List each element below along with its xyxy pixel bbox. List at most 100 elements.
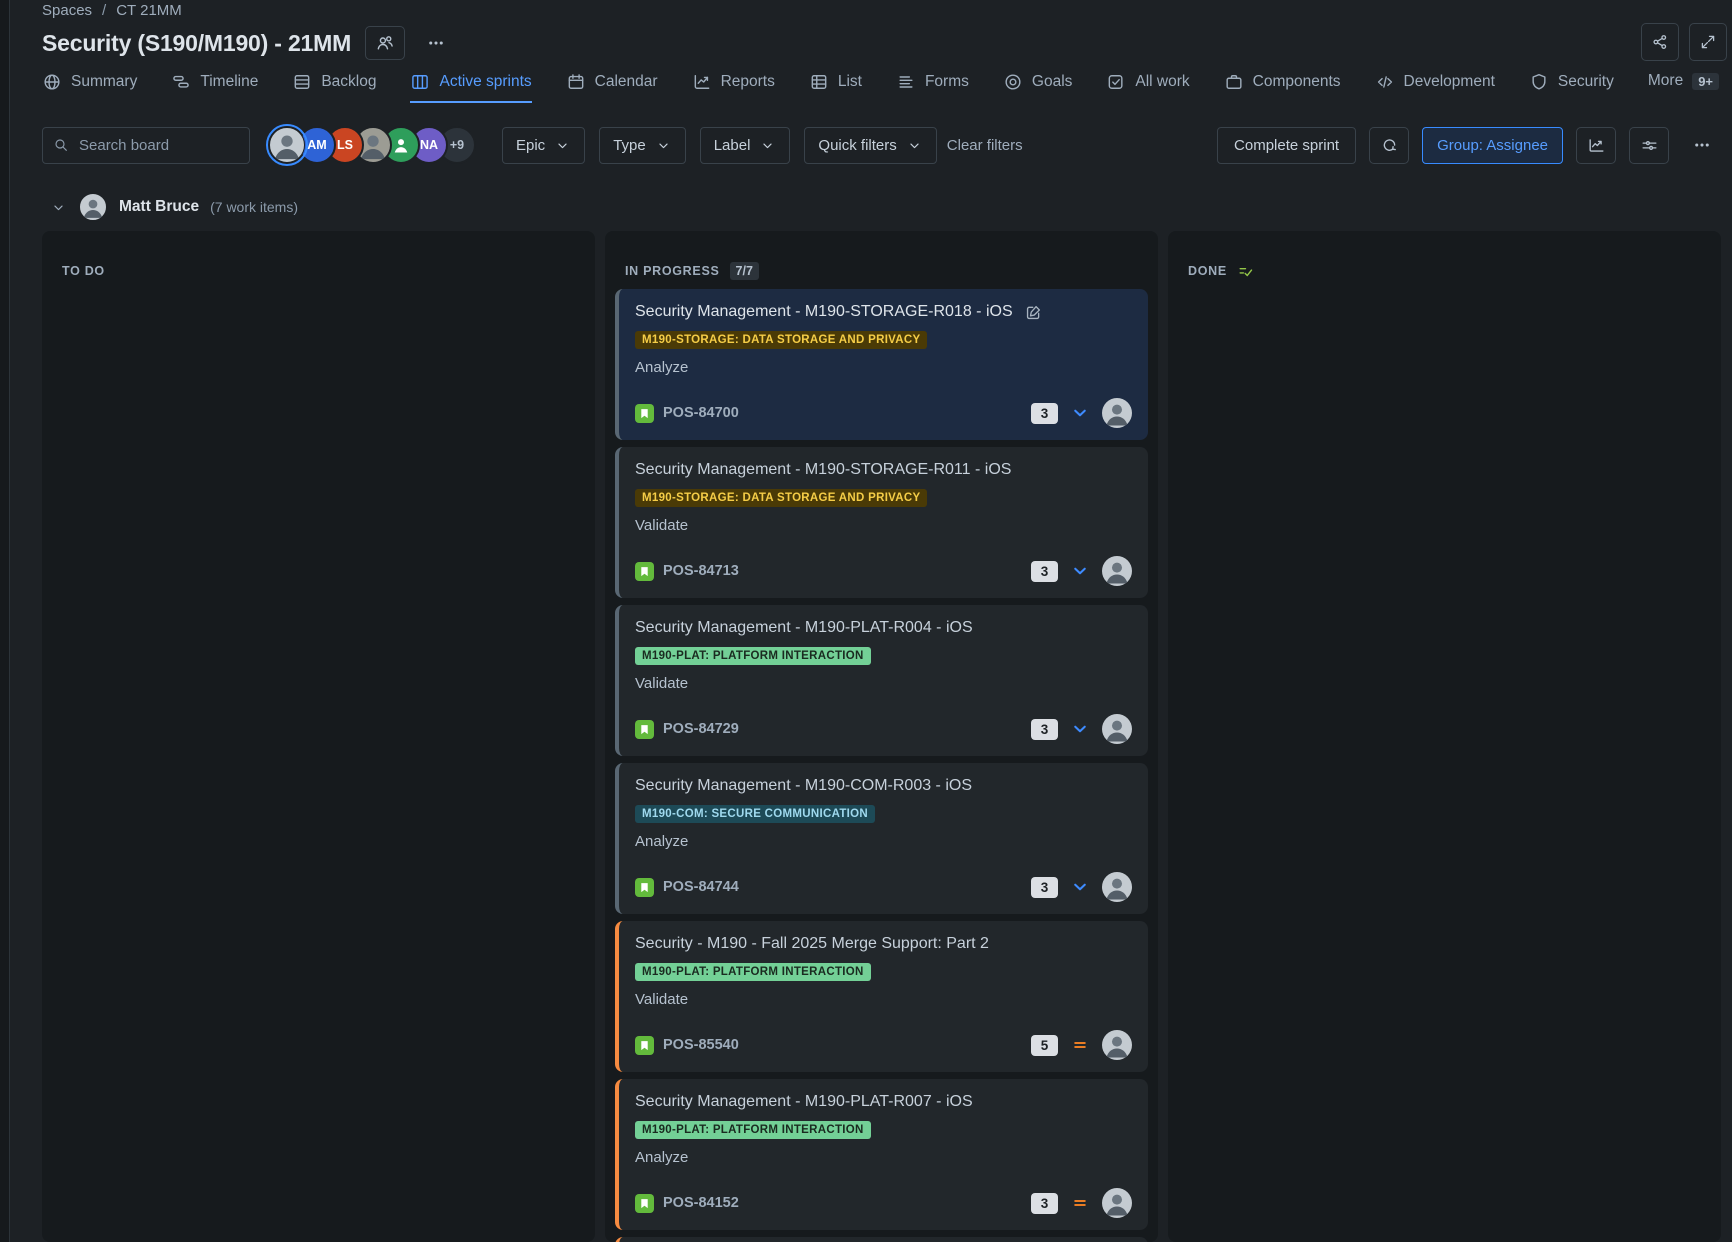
work-item-card[interactable]: Security Management - M190-STORAGE-R011 … [615, 447, 1148, 598]
tab-components[interactable]: Components [1224, 72, 1341, 103]
assignee-avatar[interactable] [1102, 872, 1132, 902]
selected-avatar-ring[interactable] [266, 124, 308, 166]
card-status: Validate [635, 675, 1132, 692]
tab-active-sprints[interactable]: Active sprints [410, 72, 531, 103]
assignee-avatar-stack: AMLSNA+9 [266, 124, 476, 166]
filter-epic-dropdown[interactable]: Epic [502, 127, 585, 164]
work-item-card[interactable]: Security Management - M190-STORAGE-R018 … [615, 289, 1148, 440]
chart-icon [1587, 136, 1606, 155]
assignee-avatar[interactable] [1102, 714, 1132, 744]
tab-label: Calendar [595, 73, 658, 91]
tab-development[interactable]: Development [1375, 72, 1495, 103]
tab-more[interactable]: More9+ [1648, 72, 1719, 101]
filter-label: Type [613, 137, 646, 154]
work-item-card[interactable] [615, 1237, 1148, 1242]
card-status: Validate [635, 991, 1132, 1008]
tab-timeline[interactable]: Timeline [171, 72, 258, 103]
card-title: Security Management - M190-PLAT-R007 - i… [635, 1092, 973, 1112]
work-item-card[interactable]: Security Management - M190-PLAT-R007 - i… [615, 1079, 1148, 1230]
estimate-badge: 5 [1031, 1035, 1058, 1056]
feedback-loop-button[interactable] [1369, 127, 1409, 164]
breadcrumb: Spaces / CT 21MM [42, 2, 182, 19]
tab-label: Forms [925, 73, 969, 91]
ellipsis-icon [1693, 136, 1711, 154]
epic-badge[interactable]: M190-PLAT: PLATFORM INTERACTION [635, 1121, 871, 1139]
story-type-icon [635, 878, 654, 897]
issue-key[interactable]: POS-84152 [663, 1195, 739, 1211]
priority-medium-icon [1070, 1035, 1090, 1055]
breadcrumb-project[interactable]: CT 21MM [116, 2, 182, 19]
issue-key[interactable]: POS-85540 [663, 1037, 739, 1053]
work-item-card[interactable]: Security Management - M190-COM-R003 - iO… [615, 763, 1148, 914]
card-footer: POS-84744 3 [635, 872, 1132, 902]
column-header: TO DO [42, 231, 595, 289]
ellipsis-icon [427, 34, 445, 52]
insights-button[interactable] [1576, 127, 1616, 164]
estimate-badge: 3 [1031, 877, 1058, 898]
chevron-down-icon[interactable] [50, 199, 67, 216]
clear-filters-button[interactable]: Clear filters [937, 127, 1033, 164]
tab-label: Backlog [321, 73, 376, 91]
reports-icon [692, 72, 712, 92]
toolbar-right-actions: Complete sprint Group: Assignee [1217, 127, 1722, 164]
assignee-avatar[interactable] [1102, 1030, 1132, 1060]
group-name: Matt Bruce [119, 198, 199, 216]
filter-label-dropdown[interactable]: Label [700, 127, 791, 164]
issue-key[interactable]: POS-84713 [663, 563, 739, 579]
tab-label: Components [1253, 73, 1341, 91]
filter-quick-filters-dropdown[interactable]: Quick filters [804, 127, 936, 164]
epic-badge[interactable]: M190-PLAT: PLATFORM INTERACTION [635, 963, 871, 981]
edit-icon[interactable] [1024, 303, 1043, 322]
toolbar-avatar[interactable] [269, 127, 305, 163]
tab-calendar[interactable]: Calendar [566, 72, 658, 103]
fullscreen-button[interactable] [1689, 23, 1727, 61]
view-settings-button[interactable] [1629, 127, 1669, 164]
assignee-group-header[interactable]: Matt Bruce (7 work items) [50, 192, 298, 222]
backlog-icon [292, 72, 312, 92]
card-status: Analyze [635, 359, 1132, 376]
people-icon [375, 33, 395, 53]
breadcrumb-spaces[interactable]: Spaces [42, 2, 92, 19]
group-avatar[interactable] [78, 192, 108, 222]
filter-type-dropdown[interactable]: Type [599, 127, 686, 164]
filter-label: Epic [516, 137, 545, 154]
tab-forms[interactable]: Forms [896, 72, 969, 103]
avatar [78, 192, 108, 222]
assignee-avatar[interactable] [1102, 1188, 1132, 1218]
search-icon [53, 137, 69, 153]
tab-security[interactable]: Security [1529, 72, 1614, 103]
share-button[interactable] [1641, 23, 1679, 61]
window-actions [1641, 23, 1727, 61]
assignee-avatar[interactable] [1102, 398, 1132, 428]
forms-icon [896, 72, 916, 92]
work-item-card[interactable]: Security - M190 - Fall 2025 Merge Suppor… [615, 921, 1148, 1072]
toolbar-more-button[interactable] [1682, 127, 1722, 164]
group-by-button[interactable]: Group: Assignee [1422, 127, 1563, 164]
column-header: IN PROGRESS7/7 [605, 231, 1158, 289]
work-item-card[interactable]: Security Management - M190-PLAT-R004 - i… [615, 605, 1148, 756]
tab-summary[interactable]: Summary [42, 72, 137, 103]
card-list: Security Management - M190-STORAGE-R018 … [605, 289, 1158, 1242]
page-title: Security (S190/M190) - 21MM [42, 30, 351, 57]
issue-key[interactable]: POS-84700 [663, 405, 739, 421]
complete-sprint-button[interactable]: Complete sprint [1217, 127, 1356, 164]
board-more-button[interactable] [419, 26, 453, 60]
assignee-avatar[interactable] [1102, 556, 1132, 586]
issue-key[interactable]: POS-84729 [663, 721, 739, 737]
epic-badge[interactable]: M190-COM: SECURE COMMUNICATION [635, 805, 875, 823]
epic-badge[interactable]: M190-PLAT: PLATFORM INTERACTION [635, 647, 871, 665]
card-footer: POS-84729 3 [635, 714, 1132, 744]
estimate-badge: 3 [1031, 1193, 1058, 1214]
tab-reports[interactable]: Reports [692, 72, 775, 103]
tab-backlog[interactable]: Backlog [292, 72, 376, 103]
epic-badge[interactable]: M190-STORAGE: DATA STORAGE AND PRIVACY [635, 489, 927, 507]
issue-key[interactable]: POS-84744 [663, 879, 739, 895]
estimate-badge: 3 [1031, 719, 1058, 740]
epic-badge[interactable]: M190-STORAGE: DATA STORAGE AND PRIVACY [635, 331, 927, 349]
card-footer: POS-847133 [635, 556, 1132, 586]
tab-all-work[interactable]: All work [1106, 72, 1189, 103]
tab-goals[interactable]: Goals [1003, 72, 1073, 103]
search-input[interactable] [42, 127, 250, 164]
tab-list[interactable]: List [809, 72, 862, 103]
board-members-button[interactable] [365, 26, 405, 60]
